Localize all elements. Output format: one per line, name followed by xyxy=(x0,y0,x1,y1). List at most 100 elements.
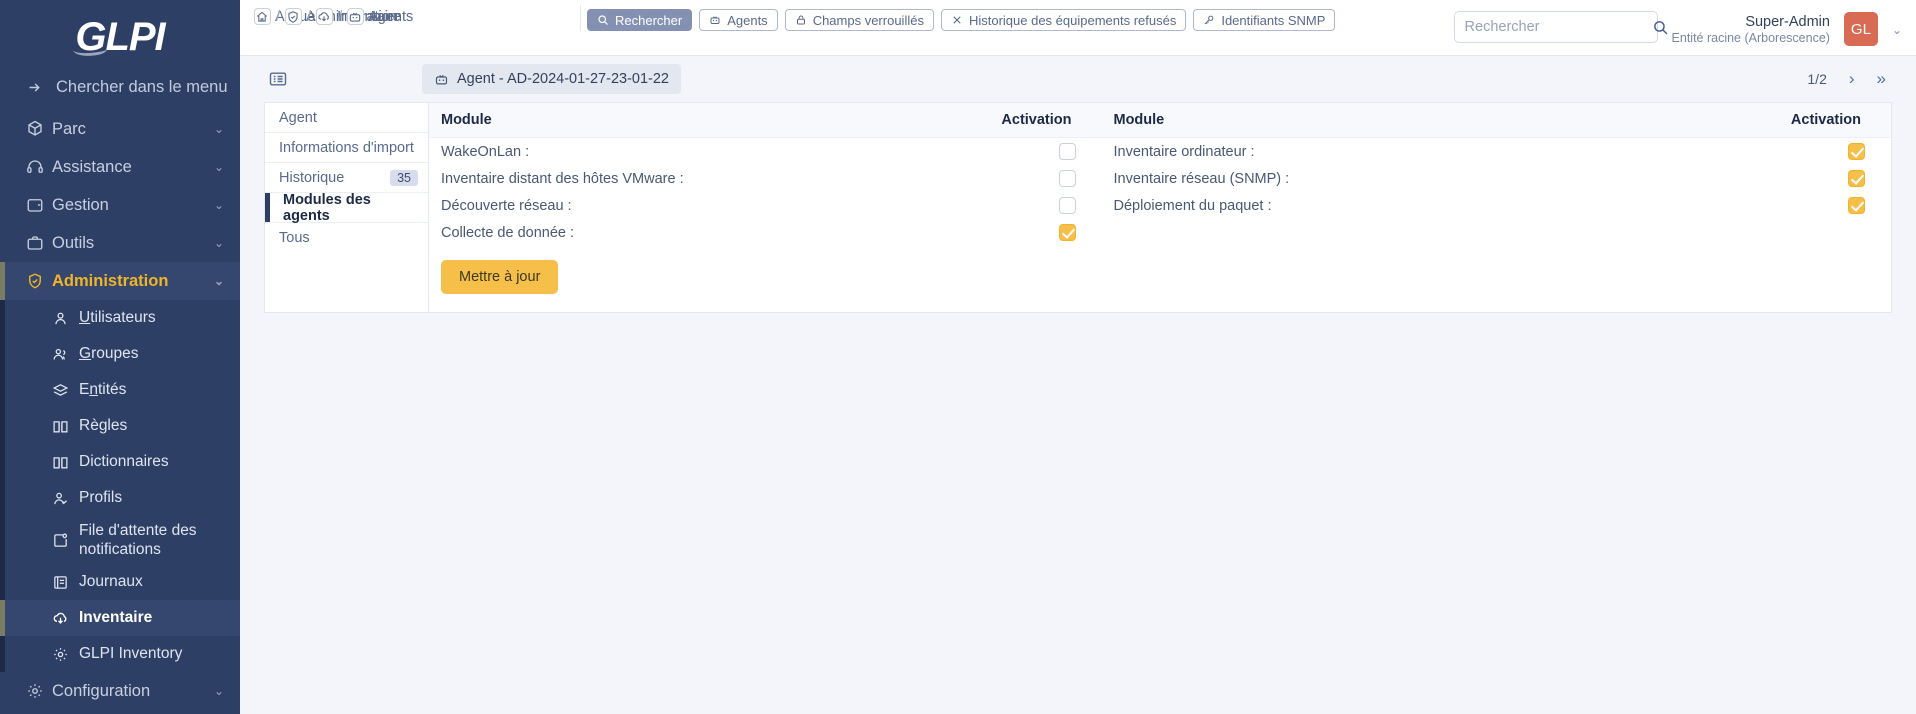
gear-icon xyxy=(26,682,52,700)
cloud-download-icon xyxy=(52,610,79,627)
checkbox-inventaire-ordinateur[interactable] xyxy=(1848,143,1865,160)
pill-identifiants-snmp[interactable]: Identifiants SNMP xyxy=(1193,9,1336,31)
box-icon xyxy=(26,120,52,138)
home-icon xyxy=(255,10,269,24)
tab-label: Tous xyxy=(279,230,310,246)
list-view-icon[interactable] xyxy=(268,69,288,89)
tab-historique[interactable]: Historique 35 xyxy=(265,163,428,193)
global-search[interactable] xyxy=(1453,11,1667,43)
user-icon xyxy=(52,310,79,327)
sidebar-item-file-attente-notifications[interactable]: File d'attente des notifications xyxy=(0,516,240,564)
pagination: 1/2 › » xyxy=(1807,69,1886,89)
tab-tous[interactable]: Tous xyxy=(265,223,428,253)
sidebar-item-entites[interactable]: Entités xyxy=(0,372,240,408)
sidebar-item-journaux[interactable]: Journaux xyxy=(0,564,240,600)
table-row: Collecte de donnée : xyxy=(429,219,1891,246)
checkbox-deploiement-paquet[interactable] xyxy=(1848,197,1865,214)
sidebar-label: GLPI Inventory xyxy=(79,645,183,663)
avatar[interactable]: GL xyxy=(1843,12,1878,46)
pill-label: Historique des équipements refusés xyxy=(968,12,1177,28)
sidebar-nav: Parc ⌄ Assistance ⌄ Gestion ⌄ Outils ⌄ A… xyxy=(0,106,240,710)
col-activation-left: Activation xyxy=(984,103,1102,138)
chevron-down-icon[interactable]: ⌄ xyxy=(1892,11,1902,37)
breadcrumb-item-agents[interactable]: Agents xyxy=(347,8,413,25)
pill-historique-equipements-refuses[interactable]: Historique des équipements refusés xyxy=(940,9,1187,31)
module-label-deploiement-paquet: Déploiement du paquet : xyxy=(1113,197,1272,214)
table-header-row: Module Activation Module Activation xyxy=(429,103,1891,138)
sidebar-item-assistance[interactable]: Assistance ⌄ xyxy=(0,148,240,186)
tab-modules-des-agents[interactable]: Modules des agents xyxy=(265,191,428,224)
glpi-logo[interactable]: GLPI xyxy=(0,0,240,68)
col-module-right: Module xyxy=(1101,103,1775,138)
sidebar-item-outils[interactable]: Outils ⌄ xyxy=(0,224,240,262)
checkbox-inventaire-reseau-snmp[interactable] xyxy=(1848,170,1865,187)
main-area: Accueil / Administration / Inventaire / xyxy=(240,0,1916,714)
robot-icon xyxy=(709,14,721,26)
tab-label: Historique xyxy=(279,169,345,186)
modules-panel: Module Activation Module Activation Wake… xyxy=(428,102,1892,313)
pill-agents[interactable]: Agents xyxy=(699,9,778,31)
breadcrumb-item-inventaire[interactable]: Inventaire xyxy=(316,8,401,25)
tab-informations-import[interactable]: Informations d'import xyxy=(265,133,428,163)
checkbox-collecte-donnee[interactable] xyxy=(1058,224,1076,241)
breadcrumb-separator: / xyxy=(307,8,312,25)
user-info[interactable]: Super-Admin Entité racine (Arborescence) xyxy=(1672,11,1830,47)
book-icon xyxy=(52,454,79,471)
breadcrumb-item-administration[interactable]: Administration xyxy=(285,8,398,25)
checkbox-decouverte-reseau[interactable] xyxy=(1058,197,1076,214)
sidebar-item-inventaire[interactable]: Inventaire xyxy=(0,600,240,636)
next-page-button[interactable]: › xyxy=(1849,69,1855,89)
update-button[interactable]: Mettre à jour xyxy=(441,260,559,294)
sidebar-label: Dictionnaires xyxy=(79,453,169,471)
sidebar-item-profils[interactable]: Profils xyxy=(0,480,240,516)
checkbox-vmware[interactable] xyxy=(1058,170,1076,187)
key-icon xyxy=(1203,14,1215,26)
pill-rechercher[interactable]: Rechercher xyxy=(587,9,693,31)
search-input[interactable] xyxy=(1464,19,1652,35)
sidebar-item-gestion[interactable]: Gestion ⌄ xyxy=(0,186,240,224)
breadcrumb-item-accueil[interactable]: Accueil xyxy=(254,8,322,25)
sidebar-label: Inventaire xyxy=(79,609,153,627)
checkbox-wakeonlan[interactable] xyxy=(1058,143,1076,160)
pill-champs-verrouilles[interactable]: Champs verrouillés xyxy=(784,9,934,31)
cloud-download-icon xyxy=(317,10,331,24)
sidebar-item-configuration[interactable]: Configuration ⌄ xyxy=(0,672,240,710)
breadcrumb-label: Agents xyxy=(368,8,414,25)
table-row: Inventaire distant des hôtes VMware : In… xyxy=(429,165,1891,192)
pill-label: Agents xyxy=(727,12,768,28)
sidebar-label: Gestion xyxy=(52,195,109,214)
sidebar-item-administration[interactable]: Administration ⌄ xyxy=(0,262,240,300)
sidebar-label: Règles xyxy=(79,417,128,435)
tab-agent[interactable]: Agent xyxy=(265,103,428,133)
tab-list: Agent Informations d'import Historique 3… xyxy=(264,102,428,313)
sidebar-item-groupes[interactable]: Groupes xyxy=(0,336,240,372)
breadcrumb-separator: / xyxy=(338,8,343,25)
sidebar-item-regles[interactable]: Règles xyxy=(0,408,240,444)
module-label-decouverte-reseau: Découverte réseau : xyxy=(441,197,572,214)
chevron-down-icon: ⌄ xyxy=(213,198,224,212)
robot-icon xyxy=(434,72,449,87)
shield-icon xyxy=(26,272,52,290)
content-area: Agent Informations d'import Historique 3… xyxy=(240,102,1916,313)
modules-table: Module Activation Module Activation Wake… xyxy=(429,103,1891,246)
sidebar-item-parc[interactable]: Parc ⌄ xyxy=(0,110,240,148)
search-icon[interactable] xyxy=(1652,19,1669,36)
sidebar-label: Journaux xyxy=(79,573,143,591)
chevron-down-icon: ⌄ xyxy=(213,684,224,698)
sidebar-item-dictionnaires[interactable]: Dictionnaires xyxy=(0,444,240,480)
tab-label: Agent xyxy=(279,109,317,126)
agent-title-chip: Agent - AD-2024-01-27-23-01-22 xyxy=(422,64,681,94)
sidebar-item-glpi-inventory[interactable]: GLPI Inventory xyxy=(0,636,240,672)
sidebar-label: Configuration xyxy=(52,681,151,700)
menu-search[interactable]: Chercher dans le menu xyxy=(0,68,240,106)
chevron-down-icon: ⌄ xyxy=(213,274,224,288)
sidebar-item-utilisateurs[interactable]: Utilisateurs xyxy=(0,300,240,336)
tab-label: Modules des agents xyxy=(283,191,371,224)
tab-label: Informations d'import xyxy=(279,139,414,156)
journal-icon xyxy=(52,574,79,591)
user-check-icon xyxy=(52,490,79,507)
sidebar-label: Profils xyxy=(79,489,123,507)
module-label-inventaire-reseau-snmp: Inventaire réseau (SNMP) : xyxy=(1113,170,1290,187)
last-page-button[interactable]: » xyxy=(1877,69,1886,89)
page-title: Agent - AD-2024-01-27-23-01-22 xyxy=(457,71,669,87)
